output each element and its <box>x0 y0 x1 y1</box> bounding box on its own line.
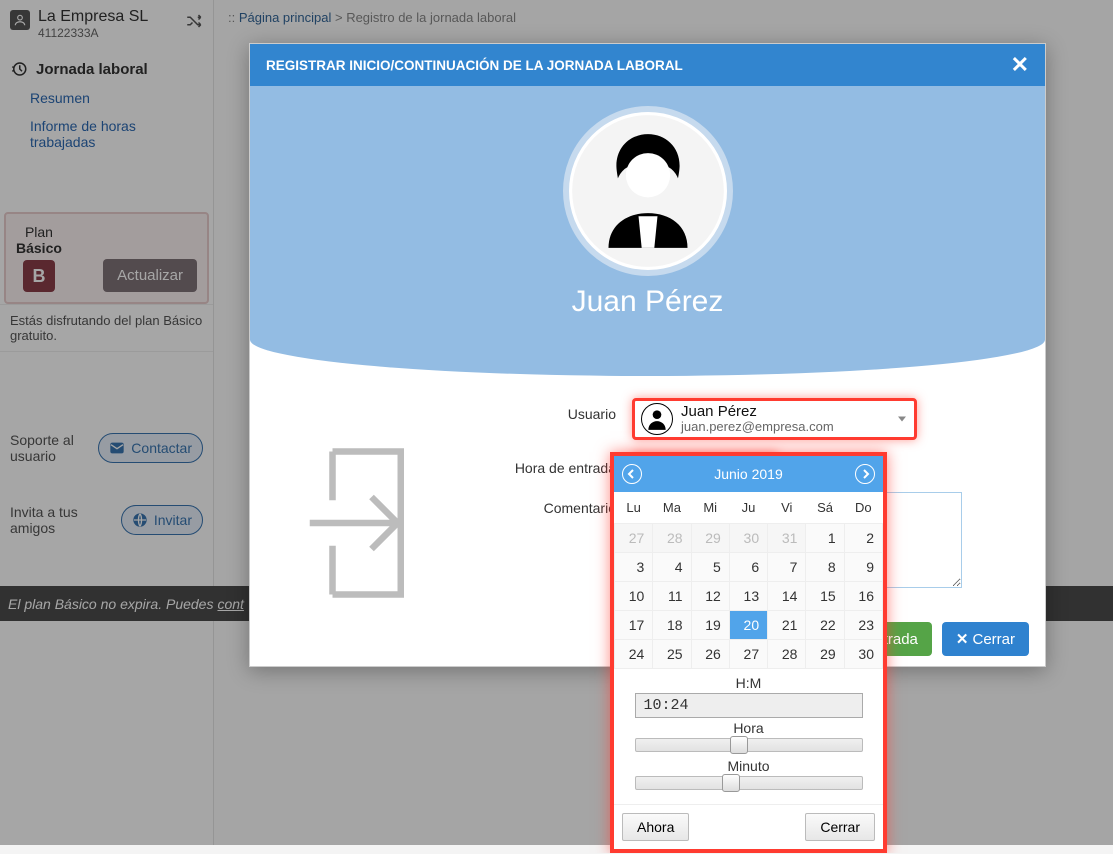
dow-Mi: Mi <box>691 492 729 524</box>
time-value[interactable]: 10:24 <box>635 693 863 718</box>
close-icon[interactable]: ✕ <box>1011 54 1029 76</box>
user-select[interactable]: Juan Pérez juan.perez@empresa.com <box>632 398 917 440</box>
day-29[interactable]: 29 <box>691 524 729 553</box>
day-6[interactable]: 6 <box>729 553 767 582</box>
day-4[interactable]: 4 <box>653 553 691 582</box>
modal-hero: Juan Pérez <box>250 86 1045 376</box>
day-24[interactable]: 24 <box>615 640 653 669</box>
prev-month-button[interactable] <box>622 464 642 484</box>
day-28[interactable]: 28 <box>768 640 806 669</box>
day-11[interactable]: 11 <box>653 582 691 611</box>
minute-thumb[interactable] <box>722 774 740 792</box>
day-16[interactable]: 16 <box>844 582 882 611</box>
label-usuario: Usuario <box>282 398 632 422</box>
day-23[interactable]: 23 <box>844 611 882 640</box>
now-button[interactable]: Ahora <box>622 813 689 841</box>
x-icon: ✕ <box>956 631 969 648</box>
picker-close-button[interactable]: Cerrar <box>805 813 875 841</box>
hour-slider[interactable] <box>635 738 863 752</box>
day-26[interactable]: 26 <box>691 640 729 669</box>
day-30[interactable]: 30 <box>729 524 767 553</box>
hour-label: Hora <box>626 720 871 736</box>
day-3[interactable]: 3 <box>615 553 653 582</box>
day-13[interactable]: 13 <box>729 582 767 611</box>
day-14[interactable]: 14 <box>768 582 806 611</box>
day-15[interactable]: 15 <box>806 582 844 611</box>
day-1[interactable]: 1 <box>806 524 844 553</box>
day-7[interactable]: 7 <box>768 553 806 582</box>
avatar-large <box>563 106 733 276</box>
close-button[interactable]: ✕Cerrar <box>942 622 1029 656</box>
day-27[interactable]: 27 <box>729 640 767 669</box>
enter-icon <box>300 438 430 611</box>
day-17[interactable]: 17 <box>615 611 653 640</box>
user-name-big: Juan Pérez <box>250 285 1045 319</box>
dow-Lu: Lu <box>615 492 653 524</box>
day-9[interactable]: 9 <box>844 553 882 582</box>
dow-Vi: Vi <box>768 492 806 524</box>
day-5[interactable]: 5 <box>691 553 729 582</box>
day-22[interactable]: 22 <box>806 611 844 640</box>
dow-Sá: Sá <box>806 492 844 524</box>
close-label: Cerrar <box>972 631 1015 648</box>
day-19[interactable]: 19 <box>691 611 729 640</box>
day-8[interactable]: 8 <box>806 553 844 582</box>
day-27[interactable]: 27 <box>615 524 653 553</box>
day-12[interactable]: 12 <box>691 582 729 611</box>
day-31[interactable]: 31 <box>768 524 806 553</box>
selected-user-email: juan.perez@empresa.com <box>681 420 834 435</box>
hm-label: H:M <box>626 675 871 691</box>
hour-thumb[interactable] <box>730 736 748 754</box>
time-block: H:M 10:24 Hora Minuto <box>614 669 883 804</box>
day-10[interactable]: 10 <box>615 582 653 611</box>
day-2[interactable]: 2 <box>844 524 882 553</box>
dow-Do: Do <box>844 492 882 524</box>
day-28[interactable]: 28 <box>653 524 691 553</box>
day-29[interactable]: 29 <box>806 640 844 669</box>
dow-Ju: Ju <box>729 492 767 524</box>
minute-label: Minuto <box>626 758 871 774</box>
day-25[interactable]: 25 <box>653 640 691 669</box>
user-icon <box>641 403 673 435</box>
modal-title: REGISTRAR INICIO/CONTINUACIÓN DE LA JORN… <box>266 58 683 73</box>
datepicker-month: Junio 2019 <box>714 466 783 482</box>
day-30[interactable]: 30 <box>844 640 882 669</box>
datepicker-header: Junio 2019 <box>614 456 883 492</box>
chevron-down-icon <box>898 417 906 422</box>
datepicker-footer: Ahora Cerrar <box>614 804 883 849</box>
day-21[interactable]: 21 <box>768 611 806 640</box>
datepicker: Junio 2019 LuMaMiJuViSáDo 27282930311234… <box>610 452 887 853</box>
dow-Ma: Ma <box>653 492 691 524</box>
minute-slider[interactable] <box>635 776 863 790</box>
next-month-button[interactable] <box>855 464 875 484</box>
modal-header: REGISTRAR INICIO/CONTINUACIÓN DE LA JORN… <box>250 44 1045 86</box>
selected-user-name: Juan Pérez <box>681 403 834 420</box>
calendar-grid: LuMaMiJuViSáDo 2728293031123456789101112… <box>614 492 883 669</box>
day-20[interactable]: 20 <box>729 611 767 640</box>
day-18[interactable]: 18 <box>653 611 691 640</box>
